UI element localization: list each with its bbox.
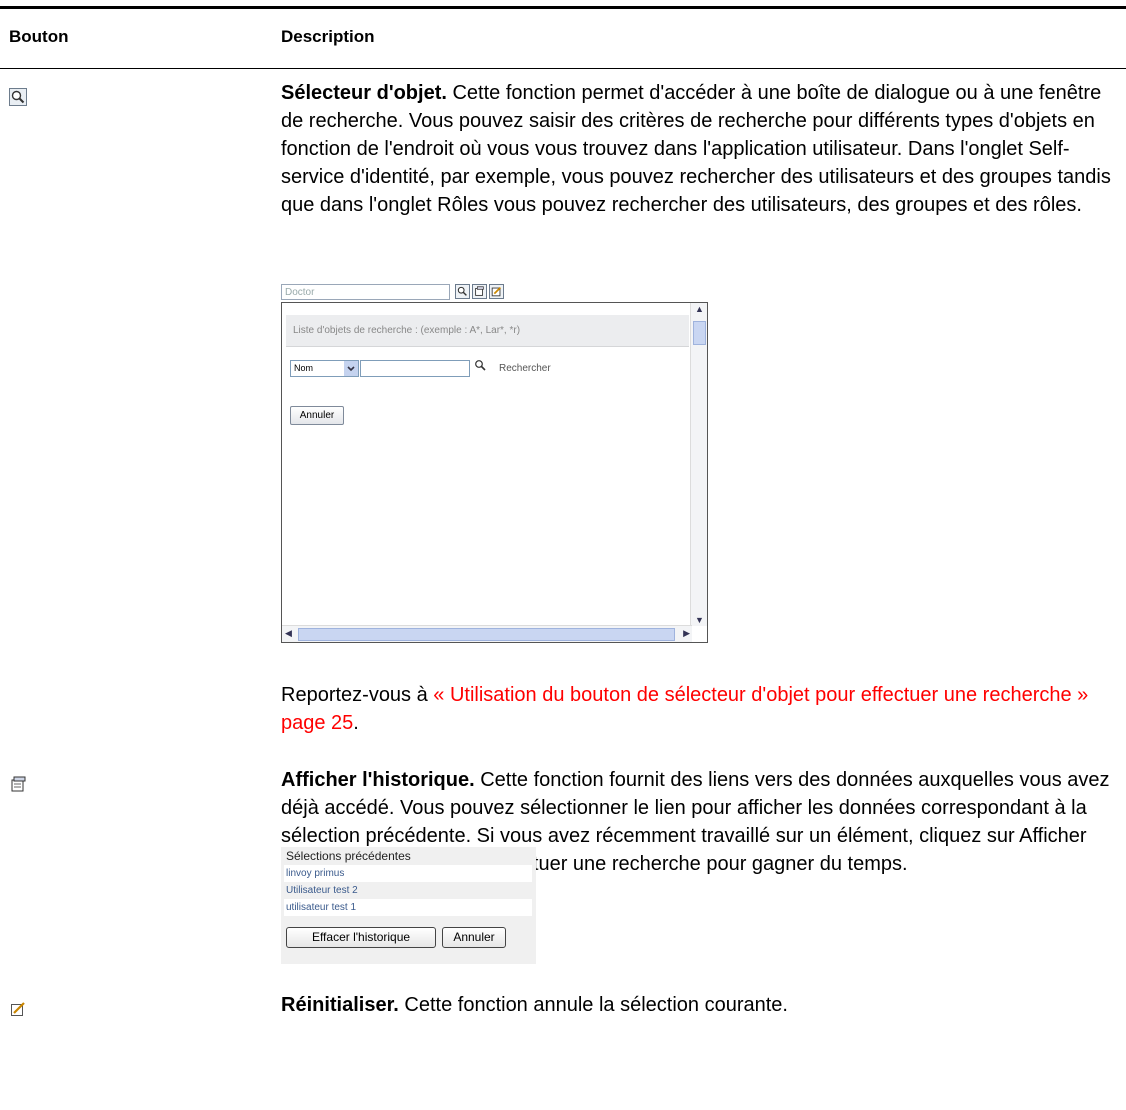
cancel-button[interactable]: Annuler xyxy=(442,927,506,948)
cancel-button[interactable]: Annuler xyxy=(290,406,344,425)
object-selector-reference: Reportez-vous à « Utilisation du bouton … xyxy=(281,681,1121,737)
table-top-rule xyxy=(0,6,1126,9)
attribute-select[interactable]: Nom xyxy=(290,360,359,377)
magnifier-icon[interactable] xyxy=(455,284,470,299)
row-title: Réinitialiser. xyxy=(281,994,399,1016)
panel-title: Sélections précédentes xyxy=(286,849,411,863)
reference-suffix: . xyxy=(353,712,359,734)
search-link[interactable]: Rechercher xyxy=(499,363,551,374)
object-selector-input[interactable]: Doctor xyxy=(281,284,450,300)
reference-prefix: Reportez-vous à xyxy=(281,684,434,706)
row-object-selector-description: Sélecteur d'objet. Cette fonction permet… xyxy=(281,79,1121,219)
previous-selections-panel: Sélections précédentes linvoy primus Uti… xyxy=(281,847,536,964)
row-title: Sélecteur d'objet. xyxy=(281,82,447,104)
scrollbar-thumb[interactable] xyxy=(693,321,706,345)
scrollbar-thumb[interactable] xyxy=(298,628,675,641)
clear-history-button[interactable]: Effacer l'historique xyxy=(286,927,436,948)
row-text: Cette fonction annule la sélection coura… xyxy=(398,994,788,1016)
attribute-select-value: Nom xyxy=(294,363,314,373)
object-selector-dialog: Liste d'objets de recherche : (exemple :… xyxy=(281,302,708,643)
history-icon xyxy=(11,776,26,792)
reset-icon[interactable] xyxy=(489,284,504,299)
row-reset-description: Réinitialiser. Cette fonction annule la … xyxy=(281,991,1121,1019)
horizontal-scrollbar[interactable]: ◀ ▶ xyxy=(282,625,692,642)
row-title: Afficher l'historique. xyxy=(281,769,475,791)
scroll-up-icon[interactable]: ▲ xyxy=(695,304,704,314)
reset-icon xyxy=(11,1002,25,1016)
vertical-scrollbar[interactable]: ▲ ▼ xyxy=(690,303,707,626)
column-header-button: Bouton xyxy=(9,27,69,46)
list-item[interactable]: utilisateur test 1 xyxy=(284,899,532,916)
history-icon[interactable] xyxy=(472,284,487,299)
magnifier-icon xyxy=(9,88,27,106)
search-text-input[interactable] xyxy=(360,360,470,377)
search-hint-bar: Liste d'objets de recherche : (exemple :… xyxy=(286,315,689,347)
search-icon[interactable] xyxy=(474,359,486,374)
chevron-down-icon xyxy=(344,361,358,376)
object-selector-buttons xyxy=(455,284,504,299)
column-header-description: Description xyxy=(281,27,375,46)
object-selector-screenshot: Doctor Liste d'objets de recherche : (ex… xyxy=(281,284,708,644)
table-header-rule xyxy=(0,68,1126,69)
list-item[interactable]: Utilisateur test 2 xyxy=(284,882,532,899)
scroll-right-icon[interactable]: ▶ xyxy=(683,628,690,639)
list-item[interactable]: linvoy primus xyxy=(284,865,532,882)
scroll-down-icon[interactable]: ▼ xyxy=(695,615,704,625)
scroll-left-icon[interactable]: ◀ xyxy=(285,628,292,639)
